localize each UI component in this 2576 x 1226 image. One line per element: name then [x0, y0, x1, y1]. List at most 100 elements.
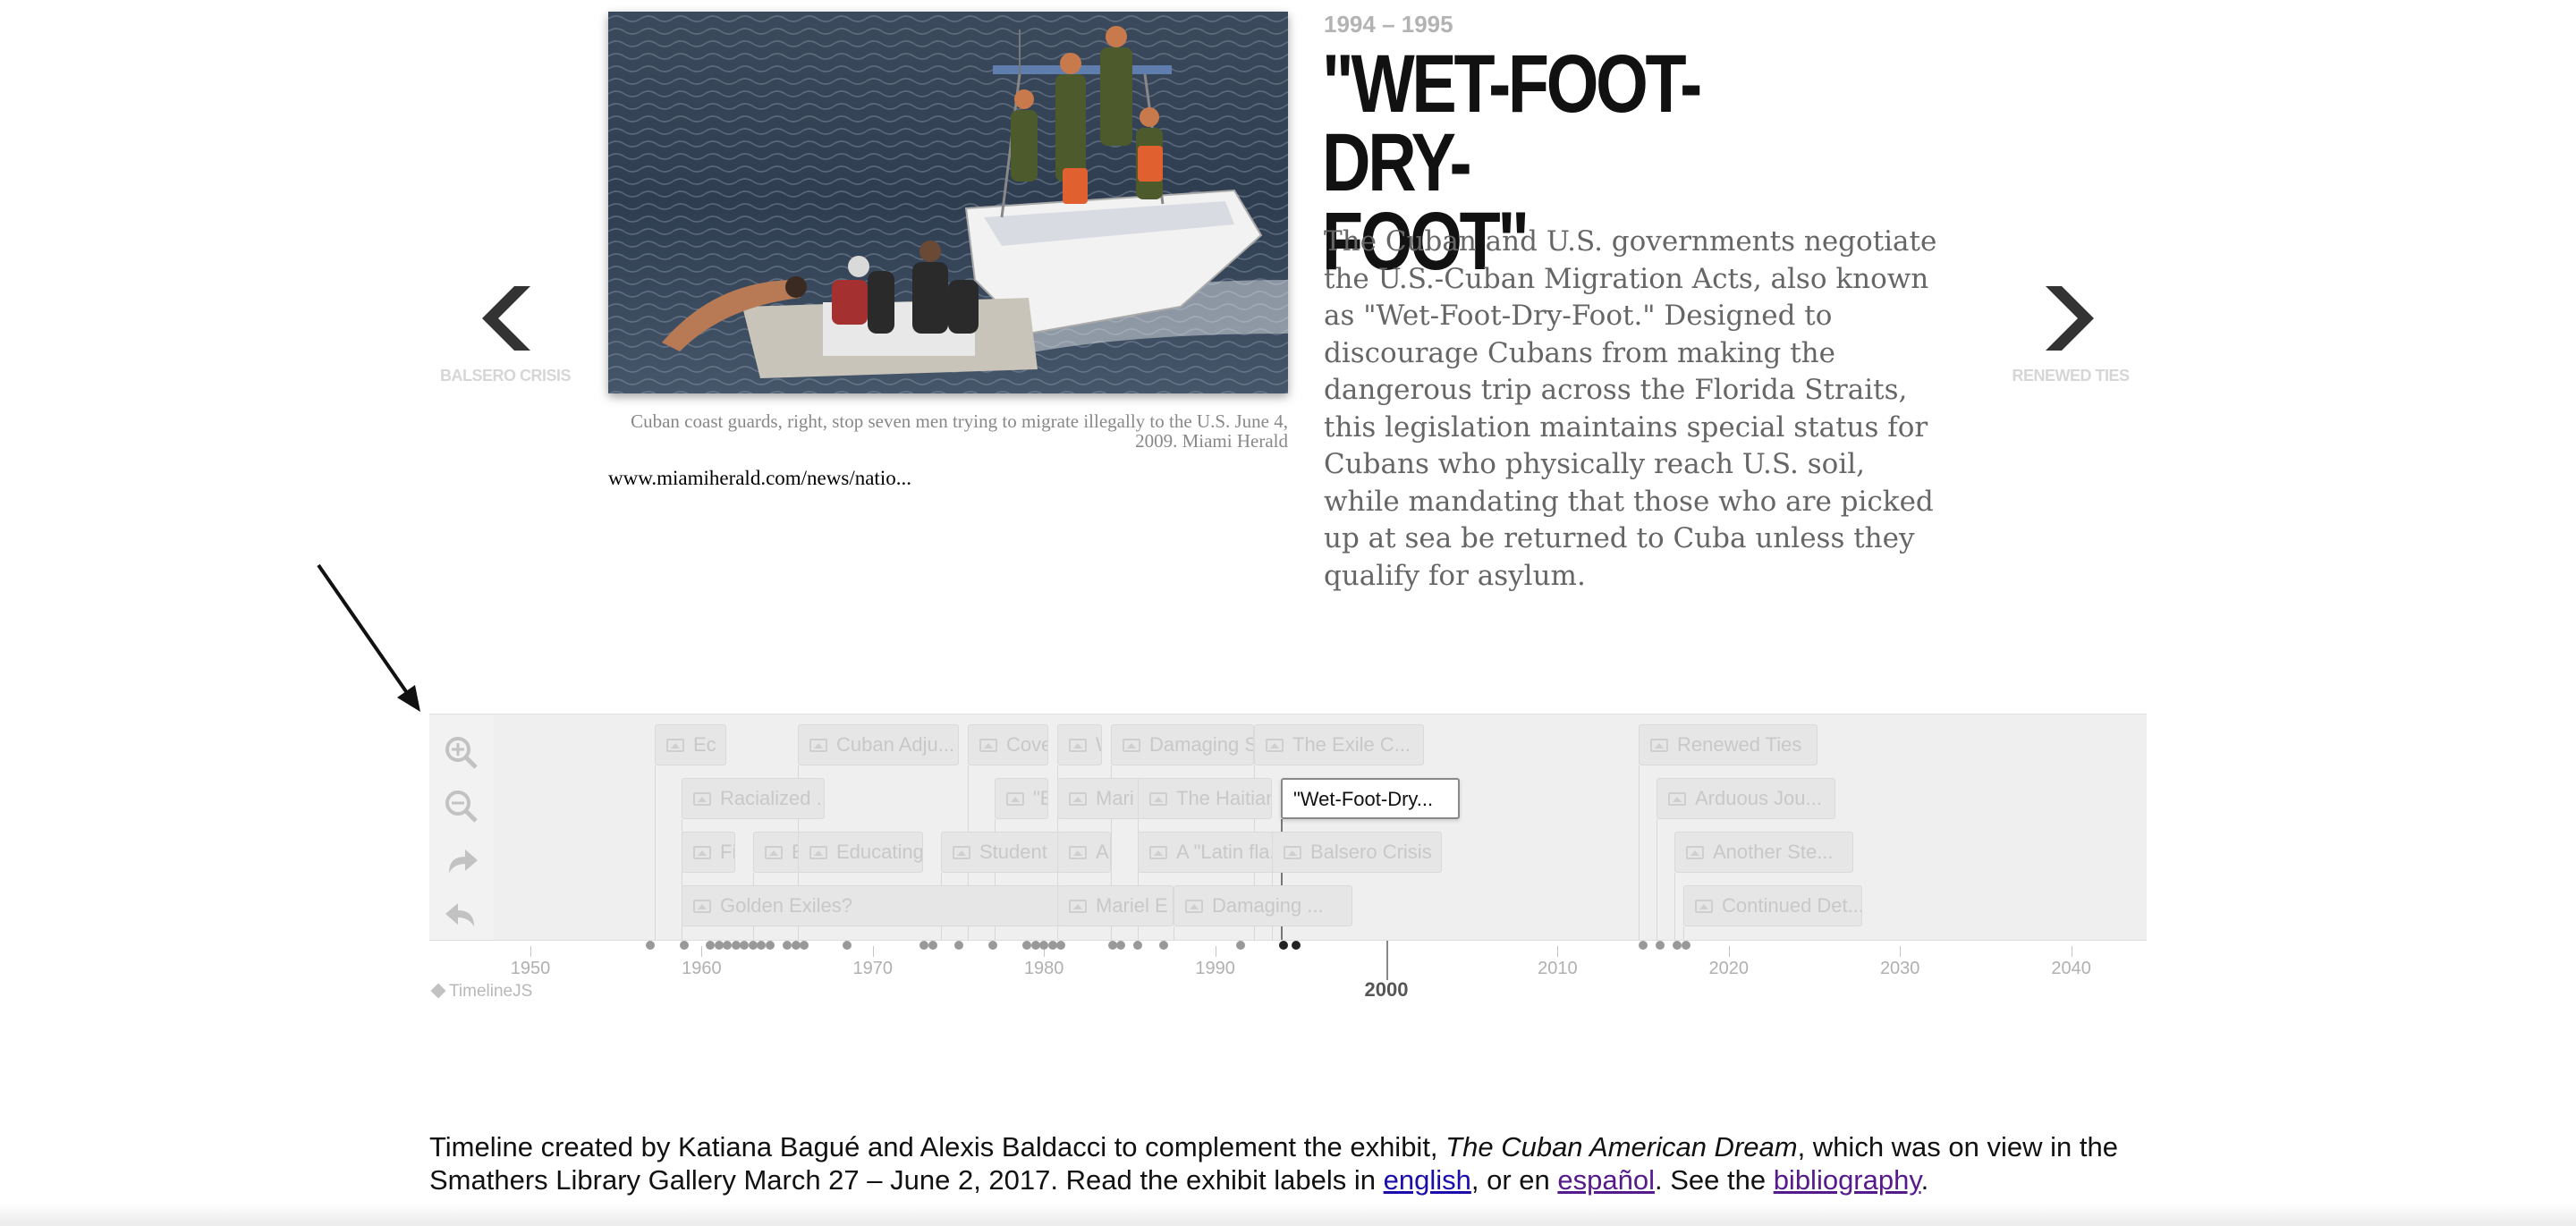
timeline-marker-label: Another Ste...: [1713, 841, 1834, 863]
timeline-marker-label: Cuban Adju...: [836, 733, 955, 756]
timeline-marker-label: Mari: [1096, 787, 1134, 809]
axis-tick: [872, 946, 874, 957]
timeline-event-dot: [765, 941, 775, 950]
timeline-marker[interactable]: Cove: [968, 724, 1048, 765]
image-icon: [1686, 846, 1704, 859]
footer-credits: Timeline created by Katiana Bagué and Al…: [429, 1130, 2156, 1196]
axis-tick: [1557, 946, 1559, 957]
next-slide-button[interactable]: RENEWED TIES: [2004, 286, 2138, 385]
chevron-right-icon: [2046, 286, 2094, 351]
timeline-marker[interactable]: Mariel E: [1057, 885, 1174, 926]
image-icon: [1185, 900, 1203, 913]
timeline-marker-label: "E: [1033, 787, 1047, 809]
axis-year-label: 2000: [1364, 978, 1409, 1001]
image-icon: [1069, 900, 1087, 913]
timeline-marker[interactable]: A D: [1057, 832, 1111, 873]
timeline-event-dot: [928, 941, 937, 950]
timelinejs-logo-icon: [430, 983, 446, 999]
timeline-event-dot: [1291, 941, 1301, 950]
zoom-out-icon[interactable]: [442, 787, 481, 826]
footer-text-5: .: [1920, 1164, 1929, 1196]
image-icon: [1650, 739, 1668, 752]
axis-tick: [530, 946, 531, 957]
axis-year-label: 2030: [1879, 959, 1920, 978]
undo-icon[interactable]: [442, 894, 481, 934]
timeline-marker-label: Mariel E: [1096, 894, 1168, 917]
axis-tick: [701, 946, 703, 957]
timeline-marker[interactable]: The Exile C...: [1254, 724, 1424, 765]
timeline-marker-label: "Wet-Foot-Dry...: [1293, 788, 1434, 810]
timeline-event-dot: [791, 941, 801, 950]
timeline-marker[interactable]: Continued Det...: [1683, 885, 1862, 926]
timeline-marker[interactable]: Racialized ...: [682, 778, 825, 819]
image-icon: [693, 792, 711, 806]
timeline-marker[interactable]: W: [1057, 724, 1102, 765]
image-icon: [1069, 846, 1087, 859]
timeline-marker[interactable]: The Haitian: [1138, 778, 1272, 819]
prev-slide-button[interactable]: BALSERO CRISIS: [438, 286, 572, 385]
timeline-marker-label: The Haitian: [1176, 787, 1272, 809]
timeline-marker-label: The Exile C...: [1292, 733, 1411, 756]
timeline-marker[interactable]: Golden Exiles?: [682, 885, 1066, 926]
axis-year-label: 1970: [852, 959, 894, 978]
image-icon: [979, 739, 997, 752]
timeline-zoom-controls: [429, 715, 494, 944]
image-icon: [1149, 846, 1167, 859]
spanish-link[interactable]: español: [1557, 1164, 1655, 1196]
timeline-event-dot: [705, 941, 715, 950]
timeline-marker[interactable]: Damaging ...: [1174, 885, 1352, 926]
timeline-event-dot: [714, 941, 724, 950]
timeline-marker[interactable]: Student: [941, 832, 1075, 873]
timeline-axis-line: [429, 940, 2147, 941]
image-icon: [1695, 900, 1713, 913]
image-credit-link[interactable]: www.miamiherald.com/news/natio...: [608, 467, 911, 490]
image-icon: [1668, 792, 1686, 806]
timeline-marker[interactable]: Ec: [655, 724, 726, 765]
timeline-marker[interactable]: Damaging S: [1111, 724, 1254, 765]
photo-boat-migrants: [608, 12, 1288, 393]
axis-year-label: 2020: [1708, 959, 1750, 978]
redo-icon[interactable]: [442, 841, 481, 880]
axis-tick: [1728, 946, 1730, 957]
english-link[interactable]: english: [1384, 1164, 1471, 1196]
timeline-marker-line: [1057, 926, 1058, 941]
timeline-event-dot: [1107, 941, 1117, 950]
image-icon: [809, 846, 827, 859]
image-icon: [809, 739, 827, 752]
timeline-marker[interactable]: Fi: [682, 832, 735, 873]
slide-date: 1994 – 1995: [1324, 11, 1453, 38]
bibliography-link[interactable]: bibliography: [1774, 1164, 1921, 1196]
timeline-marker[interactable]: Balsero Crisis: [1272, 832, 1442, 873]
timeline-marker-label: Educating: [836, 841, 923, 863]
timeline-marker[interactable]: Renewed Ties: [1639, 724, 1818, 765]
image-icon: [765, 846, 783, 859]
timeline-marker[interactable]: Another Ste...: [1674, 832, 1853, 873]
timeline-marker-label: Continued Det...: [1722, 894, 1862, 917]
timeline-marker-label: Golden Exiles?: [720, 894, 852, 917]
timeline-marker-label: W: [1096, 733, 1101, 756]
image-icon: [693, 900, 711, 913]
timelinejs-brand[interactable]: TimelineJS: [430, 982, 532, 1002]
timeline-event-dot: [1030, 941, 1040, 950]
timeline-event-dot: [953, 941, 963, 950]
timeline-event-dot: [748, 941, 758, 950]
slide-title-line-1: "WET-FOOT-DRY-: [1322, 38, 1702, 208]
timeline-marker-label: Fi: [720, 841, 735, 863]
timeline-marker-active[interactable]: "Wet-Foot-Dry...: [1281, 778, 1460, 819]
annotation-arrow-icon: [317, 563, 420, 712]
page-bottom-shadow: [0, 1203, 2576, 1226]
exhibit-title: The Cuban American Dream: [1445, 1131, 1798, 1163]
timeline-marker[interactable]: Cuban Adju...: [798, 724, 959, 765]
chevron-left-icon: [482, 286, 530, 351]
timeline-event-dot: [731, 941, 741, 950]
timeline-marker[interactable]: Arduous Jou...: [1657, 778, 1835, 819]
axis-tick: [1386, 941, 1388, 980]
timeline-marker-line: [655, 765, 656, 941]
image-icon: [1284, 846, 1301, 859]
timeline-marker[interactable]: Educating: [798, 832, 923, 873]
footer-text-4: . See the: [1654, 1164, 1774, 1196]
timeline-event-dot: [1022, 941, 1032, 950]
timeline-marker[interactable]: "E: [995, 778, 1048, 819]
zoom-in-icon[interactable]: [442, 733, 481, 773]
next-slide-label: RENEWED TIES: [2012, 367, 2130, 385]
